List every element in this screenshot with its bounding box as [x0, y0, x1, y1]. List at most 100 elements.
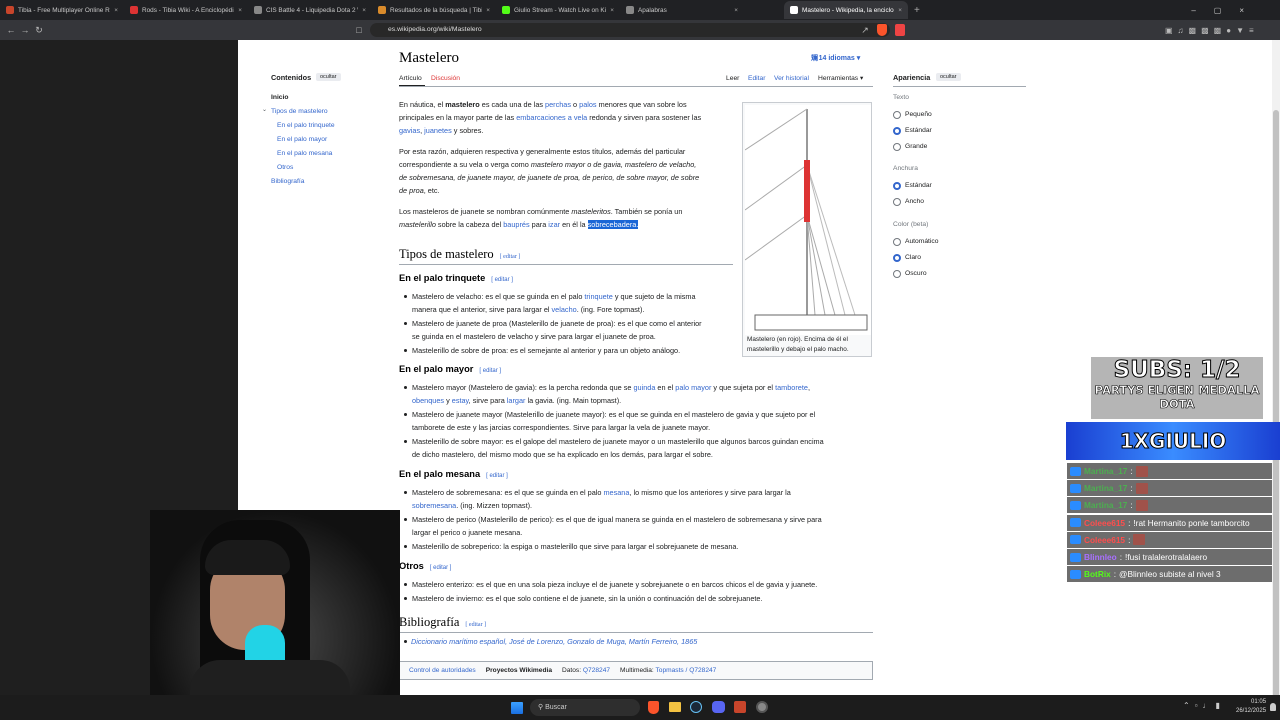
- radio-button[interactable]: [893, 143, 901, 151]
- wiki-link[interactable]: mesana: [603, 488, 629, 497]
- toc-hide-button[interactable]: ocultar: [316, 73, 341, 81]
- radio-button[interactable]: [893, 111, 901, 119]
- wiki-link[interactable]: palos: [579, 100, 596, 109]
- browser-tab[interactable]: CIS Battle 4 - Liquipedia Dota 2 Wiki ×: [248, 1, 372, 19]
- taskbar-search[interactable]: ⚲ Buscar: [530, 699, 640, 716]
- tab-close-icon[interactable]: ×: [898, 7, 902, 14]
- browser-tab[interactable]: Mastelero - Wikipedia, la enciclo ×: [784, 1, 908, 19]
- clock[interactable]: 01:05 26/12/2025: [1236, 698, 1266, 716]
- discord-taskbar-icon[interactable]: [712, 701, 725, 713]
- biblio-entry[interactable]: Diccionario marítimo español, José de Lo…: [411, 635, 697, 648]
- tab-close-icon[interactable]: ×: [486, 7, 490, 14]
- wiki-link[interactable]: bauprés: [503, 220, 529, 229]
- new-tab-icon[interactable]: +: [914, 5, 920, 16]
- tools-menu[interactable]: Herramientas ▾: [818, 72, 863, 85]
- edit-section-link[interactable]: [ editar ]: [430, 565, 452, 571]
- tab-close-icon[interactable]: ×: [734, 7, 738, 14]
- radio-button[interactable]: [893, 182, 901, 190]
- toc-item[interactable]: Otros: [277, 161, 293, 174]
- toc-collapse-icon[interactable]: ⌄: [262, 106, 267, 113]
- forward-icon[interactable]: →: [18, 25, 32, 35]
- tab-close-icon[interactable]: ×: [610, 7, 614, 14]
- tab-close-icon[interactable]: ×: [238, 7, 242, 14]
- radio-button[interactable]: [893, 270, 901, 278]
- wiki-link[interactable]: trinquete: [584, 292, 612, 301]
- bookmark-icon[interactable]: □: [352, 25, 366, 35]
- notification-icon[interactable]: [1270, 703, 1276, 711]
- radio-button[interactable]: [893, 238, 901, 246]
- wiki-link[interactable]: tamborete: [775, 383, 808, 392]
- radio-button[interactable]: [893, 127, 901, 135]
- radio-label[interactable]: Pequeño: [905, 108, 932, 121]
- window-controls[interactable]: –▢×: [1191, 6, 1262, 15]
- back-icon[interactable]: ←: [4, 25, 18, 35]
- brave-taskbar-icon[interactable]: [648, 701, 659, 714]
- browser-tab[interactable]: Apalabras ×: [620, 1, 744, 19]
- radio-label[interactable]: Ancho: [905, 195, 924, 208]
- language-button[interactable]: 斓 14 idiomas ▾: [811, 53, 860, 63]
- authority-control-link[interactable]: Control de autoridades: [409, 667, 476, 674]
- edit-section-link[interactable]: [ editar ]: [500, 254, 521, 260]
- toc-item[interactable]: Inicio: [271, 91, 288, 104]
- wiki-link[interactable]: palo mayor: [675, 383, 711, 392]
- radio-label[interactable]: Grande: [905, 140, 927, 153]
- tab-close-icon[interactable]: ×: [114, 7, 118, 14]
- tab-read[interactable]: Leer: [726, 72, 739, 85]
- datos-link[interactable]: Q728247: [583, 667, 610, 674]
- reload-icon[interactable]: ↻: [32, 25, 46, 36]
- tab-history[interactable]: Ver historial: [774, 72, 809, 85]
- toc-item[interactable]: Bibliografía: [271, 175, 304, 188]
- edit-section-link[interactable]: [ editar ]: [465, 622, 486, 628]
- radio-button[interactable]: [893, 254, 901, 262]
- radio-button[interactable]: [893, 198, 901, 206]
- wiki-link[interactable]: izar: [548, 220, 560, 229]
- settings-taskbar-icon[interactable]: [756, 701, 768, 713]
- appearance-hide-button[interactable]: ocultar: [936, 73, 961, 81]
- tray-icons[interactable]: ⌃▫♩▮: [1183, 701, 1225, 710]
- explorer-taskbar-icon[interactable]: [669, 702, 681, 712]
- browser-tab[interactable]: Rods - Tibia Wiki - A Enciclopédia da×: [124, 1, 248, 19]
- steam-taskbar-icon[interactable]: [690, 701, 702, 713]
- browser-tab[interactable]: Resultados de la búsqueda | Tibia Wiki ×: [372, 1, 496, 19]
- wiki-link[interactable]: perchas: [545, 100, 571, 109]
- radio-label[interactable]: Estándar: [905, 124, 932, 137]
- page-scrollbar[interactable]: [1272, 40, 1280, 700]
- browser-tab[interactable]: Tibia - Free Multiplayer Online Role ×: [0, 1, 124, 19]
- wiki-link[interactable]: estay: [452, 396, 469, 405]
- toc-item[interactable]: Tipos de mastelero: [271, 105, 328, 118]
- extensions-icons[interactable]: ▣♫▩▩▩●▼≡: [1165, 26, 1259, 35]
- edit-section-link[interactable]: [ editar ]: [491, 277, 513, 283]
- url-field[interactable]: es.wikipedia.org/wiki/Mastelero: [370, 23, 890, 37]
- edit-section-link[interactable]: [ editar ]: [486, 473, 508, 479]
- selected-link[interactable]: sobrecebadera.: [587, 220, 639, 229]
- multimedia-link[interactable]: Topmasts / Q728247: [655, 667, 716, 674]
- tab-talk[interactable]: Discusión: [431, 72, 460, 85]
- browser-tab[interactable]: Giulio Stream - Watch Live on Kick ×: [496, 1, 620, 19]
- brave-rewards-icon[interactable]: [895, 24, 905, 36]
- share-icon[interactable]: ↗: [858, 25, 872, 36]
- tab-article[interactable]: Artículo: [399, 72, 422, 85]
- toc-item[interactable]: En el palo trinquete: [277, 119, 335, 132]
- edit-section-link[interactable]: [ editar ]: [479, 368, 501, 374]
- wiki-link[interactable]: sobremesana: [412, 501, 456, 510]
- wiki-link[interactable]: guinda: [633, 383, 655, 392]
- toc-item[interactable]: En el palo mesana: [277, 147, 332, 160]
- wiki-link[interactable]: juanetes: [424, 126, 452, 135]
- wiki-link[interactable]: largar: [507, 396, 526, 405]
- game-taskbar-icon[interactable]: [734, 701, 746, 713]
- windows-start-icon[interactable]: [511, 702, 523, 714]
- wiki-link[interactable]: velacho: [552, 305, 577, 314]
- wiki-link[interactable]: embarcaciones a vela: [516, 113, 587, 122]
- toc-item[interactable]: En el palo mayor: [277, 133, 327, 146]
- mast-illustration[interactable]: [745, 105, 871, 335]
- radio-label[interactable]: Automático: [905, 235, 938, 248]
- scrollbar-thumb[interactable]: [1273, 110, 1279, 700]
- radio-label[interactable]: Estándar: [905, 179, 932, 192]
- wiki-link[interactable]: gavias: [399, 126, 420, 135]
- radio-label[interactable]: Oscuro: [905, 267, 927, 280]
- tab-edit[interactable]: Editar: [748, 72, 765, 85]
- tab-close-icon[interactable]: ×: [362, 7, 366, 14]
- brave-shield-icon[interactable]: [877, 24, 887, 36]
- radio-label[interactable]: Claro: [905, 251, 921, 264]
- wiki-link[interactable]: obenques: [412, 396, 444, 405]
